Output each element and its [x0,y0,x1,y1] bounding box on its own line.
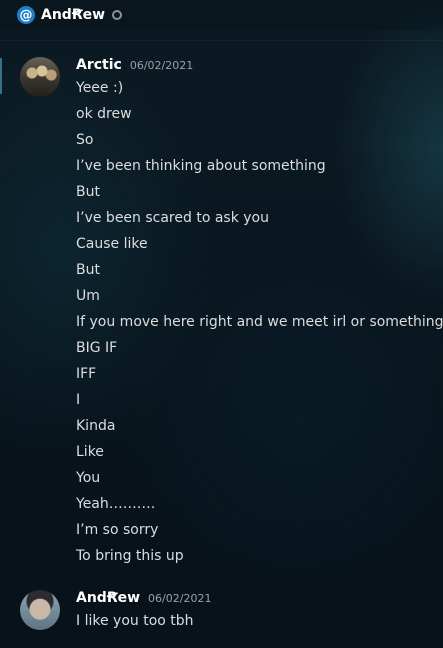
offline-status-icon [112,10,123,20]
message-line: Cause like [76,236,148,252]
author-name[interactable]: Arctic [76,57,122,73]
message-lines: Yeee :) ok drew So I’ve been thinking ab… [76,78,443,572]
message-line: BIG IF [76,340,118,356]
author-name[interactable]: AndꞦew [76,590,140,606]
message-header: Arctic 06/02/2021 [76,57,193,77]
channel-title[interactable]: AndꞦew [41,7,105,23]
message-line: So [76,132,94,148]
message-line: I’ve been scared to ask you [76,210,269,226]
message-lines: I like you too tbh [76,611,438,637]
dm-header: @ AndꞦew [0,0,443,30]
message-line: Like [76,444,104,460]
message-line: IFF [76,366,97,382]
message-line: You [76,470,101,486]
message-line: I like you too tbh [76,613,194,629]
header-divider [0,40,443,41]
message-line: ok drew [76,106,132,122]
avatar[interactable] [20,590,60,630]
message-line: I’ve been thinking about something [76,158,326,174]
message-timestamp: 06/02/2021 [129,59,194,72]
message-line: I’m so sorry [76,522,159,538]
message-line: If you move here right and we meet irl o… [76,314,443,330]
new-messages-marker [0,58,2,94]
message-line: But [76,184,100,200]
message-line: I [76,392,81,408]
message-line: To bring this up [76,548,184,564]
message-timestamp: 06/02/2021 [148,592,212,605]
message-line: Yeee :) [76,80,124,96]
at-mention-icon: @ [17,6,35,24]
message-header: AndꞦew 06/02/2021 [76,590,211,610]
avatar[interactable] [20,57,60,97]
message-line: Um [76,288,100,304]
message-line: But [76,262,100,278]
message-line: Yeah………. [76,496,156,512]
message-line: Kinda [76,418,116,434]
